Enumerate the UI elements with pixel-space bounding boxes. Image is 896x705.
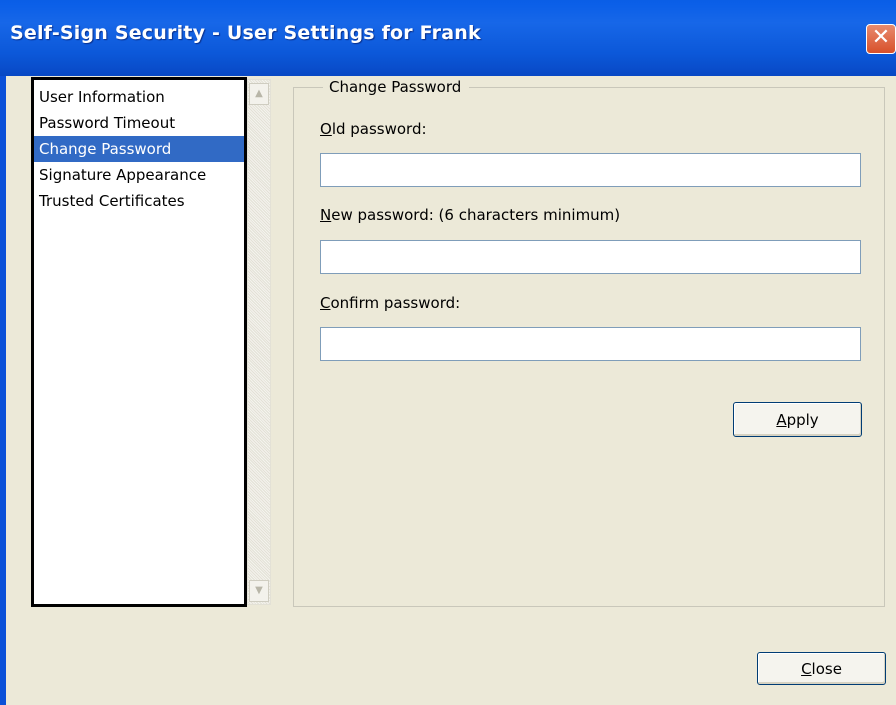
sidebar-item-user-information[interactable]: User Information — [34, 84, 244, 110]
apply-button[interactable]: Apply — [733, 402, 862, 437]
list-scrollbar[interactable]: ▲ ▼ — [247, 79, 271, 605]
confirm-password-label: Confirm password: — [320, 294, 461, 312]
scroll-down-icon[interactable]: ▼ — [249, 580, 269, 602]
window-close-icon[interactable]: ✕ — [866, 24, 896, 54]
sidebar-item-trusted-certificates[interactable]: Trusted Certificates — [34, 188, 244, 214]
scroll-up-icon[interactable]: ▲ — [249, 83, 269, 105]
confirm-password-field[interactable] — [320, 327, 861, 361]
new-password-label: New password: (6 characters minimum) — [320, 206, 621, 224]
settings-category-list[interactable]: User Information Password Timeout Change… — [31, 77, 247, 607]
window-title: Self-Sign Security - User Settings for F… — [10, 22, 481, 44]
sidebar-item-signature-appearance[interactable]: Signature Appearance — [34, 162, 244, 188]
old-password-label: Old password: — [320, 120, 427, 138]
sidebar-item-change-password[interactable]: Change Password — [34, 136, 244, 162]
title-bar: Self-Sign Security - User Settings for F… — [0, 0, 896, 76]
window-frame-left — [0, 76, 6, 705]
old-password-field[interactable] — [320, 153, 861, 187]
group-title: Change Password — [323, 77, 470, 97]
sidebar-item-password-timeout[interactable]: Password Timeout — [34, 110, 244, 136]
new-password-field[interactable] — [320, 240, 861, 274]
close-button[interactable]: Close — [757, 652, 886, 685]
